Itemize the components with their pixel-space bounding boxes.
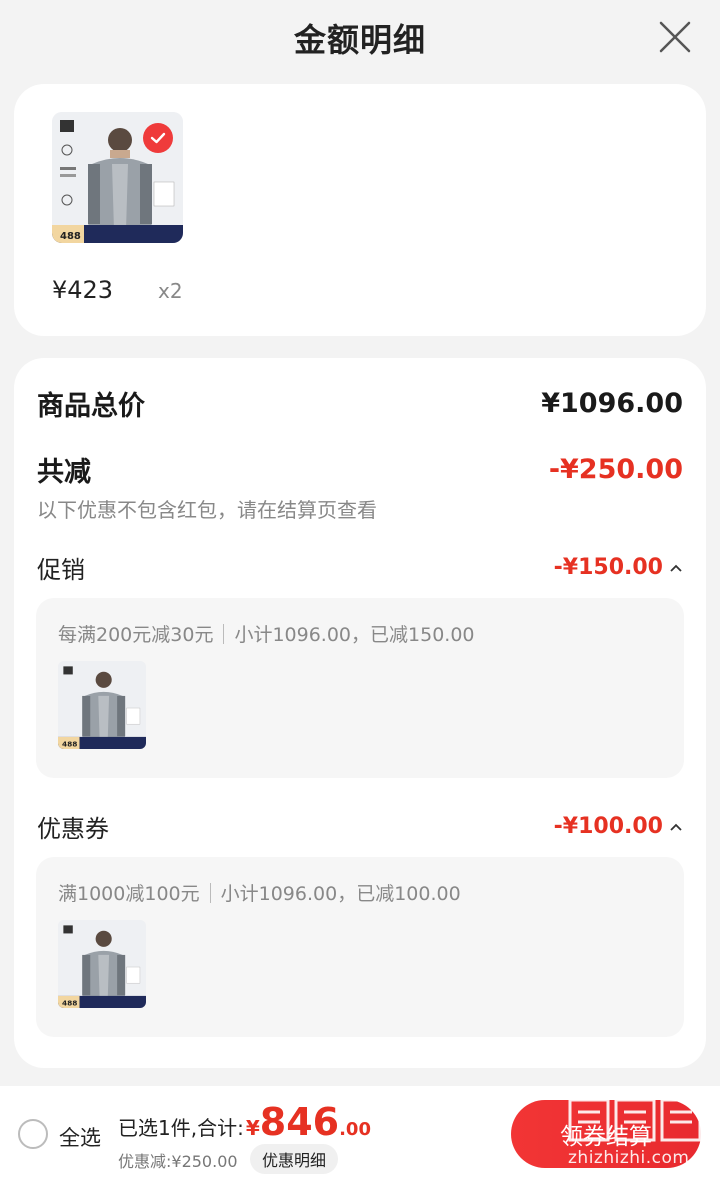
promotion-value-wrap: -¥150.00	[554, 555, 683, 580]
select-all-label[interactable]: 全选	[59, 1122, 101, 1152]
coupon-rule: 满1000减100元	[58, 883, 200, 905]
thumb-price: 488	[62, 739, 77, 748]
promotion-section-toggle[interactable]: 促销 -¥150.00	[37, 550, 683, 585]
promotion-subtotal: 小计1096.00，已减150.00	[234, 624, 475, 646]
coupon-section-toggle[interactable]: 优惠券 -¥100.00	[37, 809, 683, 844]
close-icon[interactable]	[658, 20, 692, 54]
promotion-label: 促销	[37, 556, 85, 584]
coupon-detail-box: 满1000减100元 小计1096.00，已减100.00 488	[36, 857, 684, 1037]
divider	[223, 623, 225, 644]
divider	[209, 882, 211, 903]
checkout-bar: 全选 已选1件,合计: ¥ 846 .00 优惠减:¥250.00 优惠明细 领…	[0, 1086, 720, 1179]
checkout-button[interactable]: 领券结算	[511, 1100, 701, 1168]
thumb-price: 488	[60, 231, 81, 242]
product-card: 488 ¥423 x2	[14, 84, 706, 336]
coupon-desc: 满1000减100元 小计1096.00，已减100.00	[58, 879, 461, 906]
coupon-value-wrap: -¥100.00	[554, 814, 683, 839]
currency-symbol: ¥	[245, 1116, 260, 1140]
promotion-rule: 每满200元减30元	[58, 624, 214, 646]
coupon-label: 优惠券	[37, 815, 109, 843]
chevron-up-icon	[669, 817, 683, 836]
promotion-detail-box: 每满200元减30元 小计1096.00，已减150.00 488	[36, 598, 684, 778]
total-integer: 846	[259, 1100, 340, 1144]
selected-count-label: 已选1件,合计:	[118, 1116, 244, 1140]
sum-line: 已选1件,合计: ¥ 846 .00	[118, 1100, 371, 1144]
chevron-up-icon	[669, 558, 683, 577]
total-price-row: 商品总价 ¥1096.00	[37, 384, 683, 423]
promotion-desc: 每满200元减30元 小计1096.00，已减150.00	[58, 620, 475, 647]
total-reduce-value: -¥250.00	[548, 454, 683, 485]
total-reduce-row: 共减 -¥250.00	[37, 450, 683, 489]
promotion-value: -¥150.00	[553, 555, 663, 580]
unit-price: ¥423	[52, 276, 114, 304]
page-title: 金额明细	[293, 21, 426, 59]
total-price-value: ¥1096.00	[541, 388, 683, 419]
modal-header: 金额明细	[0, 0, 720, 76]
thumb-price: 488	[62, 998, 77, 1007]
select-all-radio[interactable]	[18, 1119, 48, 1149]
promotion-product-image[interactable]: 488	[58, 661, 146, 749]
discount-amount: 优惠减:¥250.00	[118, 1152, 238, 1171]
checked-icon[interactable]	[143, 123, 173, 153]
discount-detail-button[interactable]: 优惠明细	[250, 1144, 339, 1174]
coupon-subtotal: 小计1096.00，已减100.00	[220, 883, 461, 905]
quantity: x2	[158, 279, 183, 303]
discount-note: 以下优惠不包含红包，请在结算页查看	[37, 498, 377, 522]
total-decimal: .00	[339, 1119, 371, 1140]
price-detail-card: 商品总价 ¥1096.00 共减 -¥250.00 以下优惠不包含红包，请在结算…	[14, 358, 706, 1068]
coupon-product-image[interactable]: 488	[58, 920, 146, 1008]
total-price-label: 商品总价	[37, 391, 145, 422]
total-reduce-label: 共减	[37, 457, 91, 488]
coupon-value: -¥100.00	[553, 814, 663, 839]
